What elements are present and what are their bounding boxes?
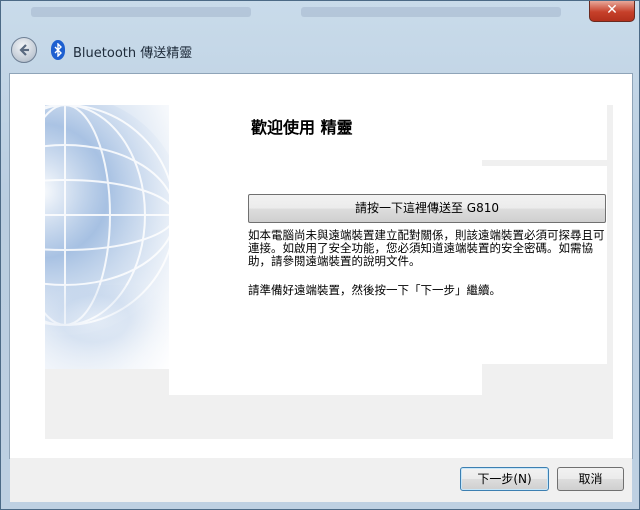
back-button[interactable] bbox=[11, 37, 37, 63]
close-button[interactable]: ✕ bbox=[589, 1, 635, 22]
globe-graphic bbox=[45, 105, 169, 369]
welcome-heading: 歡迎使用 精靈 bbox=[251, 118, 353, 137]
send-to-device-button[interactable]: 請按一下這裡傳送至 G810 bbox=[248, 194, 606, 223]
title-bar: ✕ bbox=[1, 1, 640, 35]
back-arrow-icon bbox=[19, 44, 29, 56]
pairing-description: 如本電腦尚未與遠端裝置建立配對關係，則該遠端裝置必須可探尋且可連接。如啟用了安全… bbox=[248, 228, 605, 268]
ready-instruction: 請準備好遠端裝置，然後按一下「下一步」繼續。 bbox=[248, 283, 501, 297]
background-glass-blur bbox=[301, 7, 561, 17]
bluetooth-icon bbox=[51, 40, 65, 60]
cancel-button[interactable]: 取消 bbox=[557, 467, 624, 491]
wizard-window: ✕ Bluetooth 傳送精靈 歡迎使用 精靈 請按一下這裡傳送至 G810 … bbox=[0, 0, 640, 510]
content-panel-white-area bbox=[482, 105, 607, 160]
window-title: Bluetooth 傳送精靈 bbox=[73, 46, 193, 61]
background-glass-blur bbox=[31, 7, 251, 17]
next-button[interactable]: 下一步(N) bbox=[460, 467, 549, 491]
